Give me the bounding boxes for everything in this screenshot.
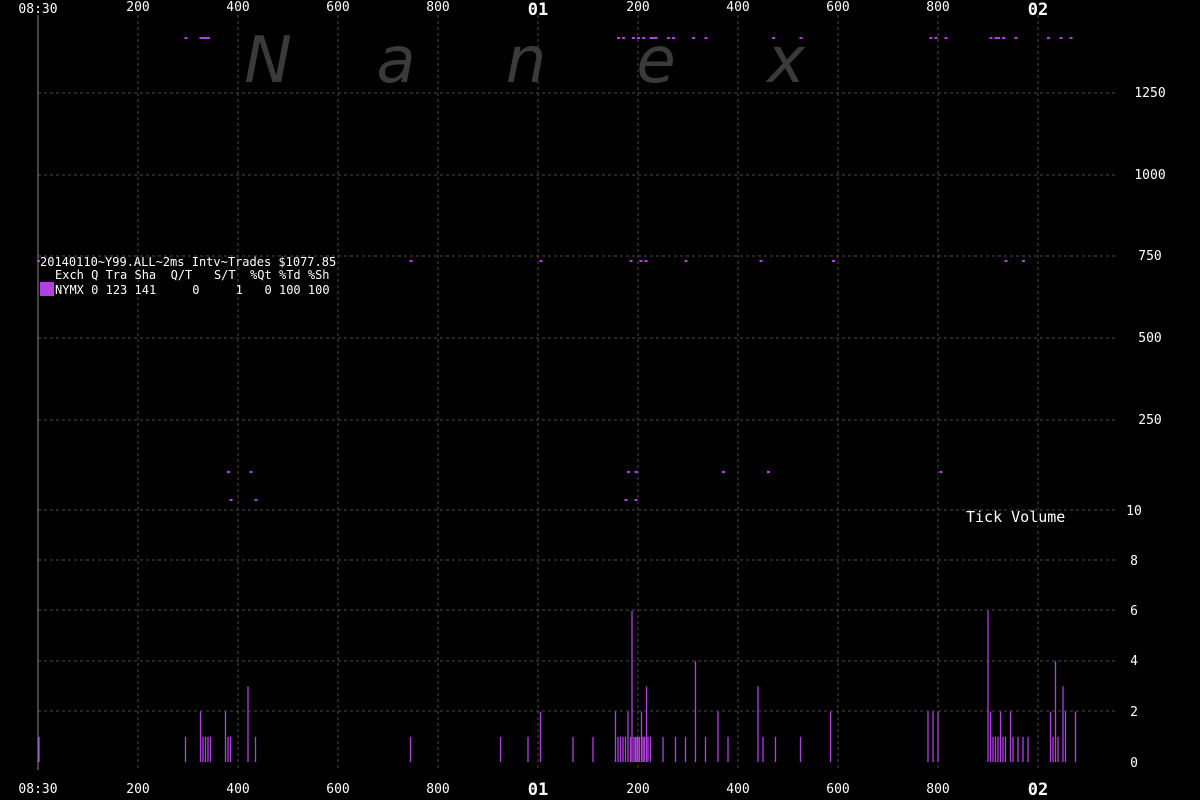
legend-exch: NYMX (55, 283, 84, 297)
x-tick-label-top-0: 200 (126, 0, 149, 15)
price-point-32 (722, 471, 725, 473)
price-point-8 (249, 471, 253, 473)
legend-swatch (40, 282, 54, 296)
price-y-tick-0: 1250 (1134, 86, 1165, 101)
price-point-30 (692, 37, 695, 39)
volume-y-tick-2: 6 (1130, 604, 1138, 619)
grid-lines (37, 15, 1118, 770)
price-point-6 (227, 471, 230, 473)
chart-canvas: Nanex 08:30 200 400 600 800 01 200 400 600 800 020… (18, 0, 1165, 800)
volume-y-tick-1: 8 (1130, 554, 1138, 569)
price-point-50 (1059, 37, 1063, 39)
price-point-15 (627, 471, 630, 473)
x-tick-label-bottom-0: 200 (126, 782, 149, 797)
price-point-31 (704, 37, 708, 39)
x-axis-start-label-top: 08:30 (18, 2, 57, 17)
watermark-letter-3: e (636, 24, 675, 98)
price-point-13 (622, 37, 625, 39)
x-axis-start-label-bottom: 08:30 (18, 782, 57, 797)
price-point-41 (944, 37, 948, 39)
watermark-letter-4: x (765, 24, 806, 98)
price-point-36 (799, 37, 803, 39)
price-point-11 (539, 260, 543, 262)
price-point-7 (229, 499, 233, 501)
watermark: Na n e x (244, 24, 806, 98)
x-tick-label-top-6: 400 (726, 0, 749, 15)
price-point-51 (1069, 37, 1073, 39)
x-tick-label-top-3: 800 (426, 0, 449, 15)
volume-y-tick-0: 10 (1126, 504, 1142, 519)
price-point-45 (1002, 37, 1005, 39)
price-point-29 (684, 260, 688, 262)
price-point-14 (624, 499, 628, 501)
price-point-12 (617, 37, 620, 39)
price-point-46 (1004, 260, 1008, 262)
price-point-49 (1047, 37, 1050, 39)
price-y-tick-3: 500 (1138, 331, 1161, 346)
volume-y-tick-4: 2 (1130, 705, 1138, 720)
price-point-44 (997, 37, 1000, 39)
volume-panel-title: Tick Volume (966, 508, 1066, 526)
x-tick-label-top-5: 200 (626, 0, 649, 15)
x-tick-label-top-4: 01 (528, 0, 548, 20)
price-point-5 (207, 37, 210, 39)
price-point-35 (772, 37, 775, 39)
legend-header: Exch Q Tra Sha Q/T S/T %Qt %Td %Sh (40, 269, 336, 282)
x-tick-label-top-1: 400 (226, 0, 249, 15)
legend-values: 0 123 141 0 1 0 100 100 (91, 283, 330, 297)
volume-y-tick-3: 4 (1130, 654, 1138, 669)
x-tick-label-top-2: 600 (326, 0, 349, 15)
price-y-tick-1: 1000 (1134, 168, 1165, 183)
price-point-16 (629, 260, 633, 262)
price-point-37 (832, 260, 835, 262)
price-point-42 (989, 37, 993, 39)
x-tick-label-top-9: 02 (1028, 0, 1048, 20)
price-point-18 (634, 471, 638, 473)
price-point-19 (634, 499, 638, 501)
x-tick-label-bottom-3: 800 (426, 782, 449, 797)
price-point-26 (654, 37, 658, 39)
price-point-33 (759, 260, 763, 262)
price-point-22 (642, 37, 645, 39)
price-point-48 (1022, 260, 1025, 262)
x-tick-label-bottom-9: 02 (1028, 780, 1048, 800)
price-point-10 (409, 260, 413, 262)
price-point-27 (667, 37, 670, 39)
x-tick-label-top-7: 600 (826, 0, 849, 15)
legend: 20140110~Y99.ALL~2ms Intv~Trades $1077.8… (40, 256, 336, 297)
legend-row-nymx: NYMX 0 123 141 0 1 0 100 100 (40, 282, 336, 297)
price-point-40 (939, 471, 943, 473)
x-tick-label-bottom-7: 600 (826, 782, 849, 797)
watermark-letter-1: a (376, 24, 415, 98)
price-point-38 (929, 37, 933, 39)
legend-header-text: Exch Q Tra Sha Q/T S/T %Qt %Td %Sh (55, 268, 330, 282)
x-tick-label-bottom-6: 400 (726, 782, 749, 797)
volume-panel (38, 610, 1077, 762)
volume-y-tick-5: 0 (1130, 756, 1138, 771)
price-y-tick-2: 750 (1138, 249, 1161, 264)
x-tick-label-bottom-1: 400 (226, 782, 249, 797)
x-tick-label-bottom-4: 01 (528, 780, 548, 800)
x-tick-label-bottom-8: 800 (926, 782, 949, 797)
watermark-letter-2: n (506, 24, 547, 98)
watermark-letter-0: N (244, 24, 292, 98)
axes: 08:30 200 400 600 800 01 200 400 600 800 0208:30 20… (18, 0, 1165, 800)
price-point-9 (254, 499, 258, 501)
price-point-39 (934, 37, 938, 39)
price-point-47 (1014, 37, 1018, 39)
price-y-tick-4: 250 (1138, 413, 1161, 428)
price-point-28 (672, 37, 675, 39)
price-point-1 (184, 37, 188, 39)
price-point-23 (644, 260, 648, 262)
price-point-34 (767, 471, 770, 473)
price-point-20 (637, 37, 640, 39)
price-point-21 (639, 260, 643, 262)
x-tick-label-bottom-5: 200 (626, 782, 649, 797)
x-tick-label-bottom-2: 600 (326, 782, 349, 797)
x-tick-label-top-8: 800 (926, 0, 949, 15)
price-point-17 (632, 37, 635, 39)
